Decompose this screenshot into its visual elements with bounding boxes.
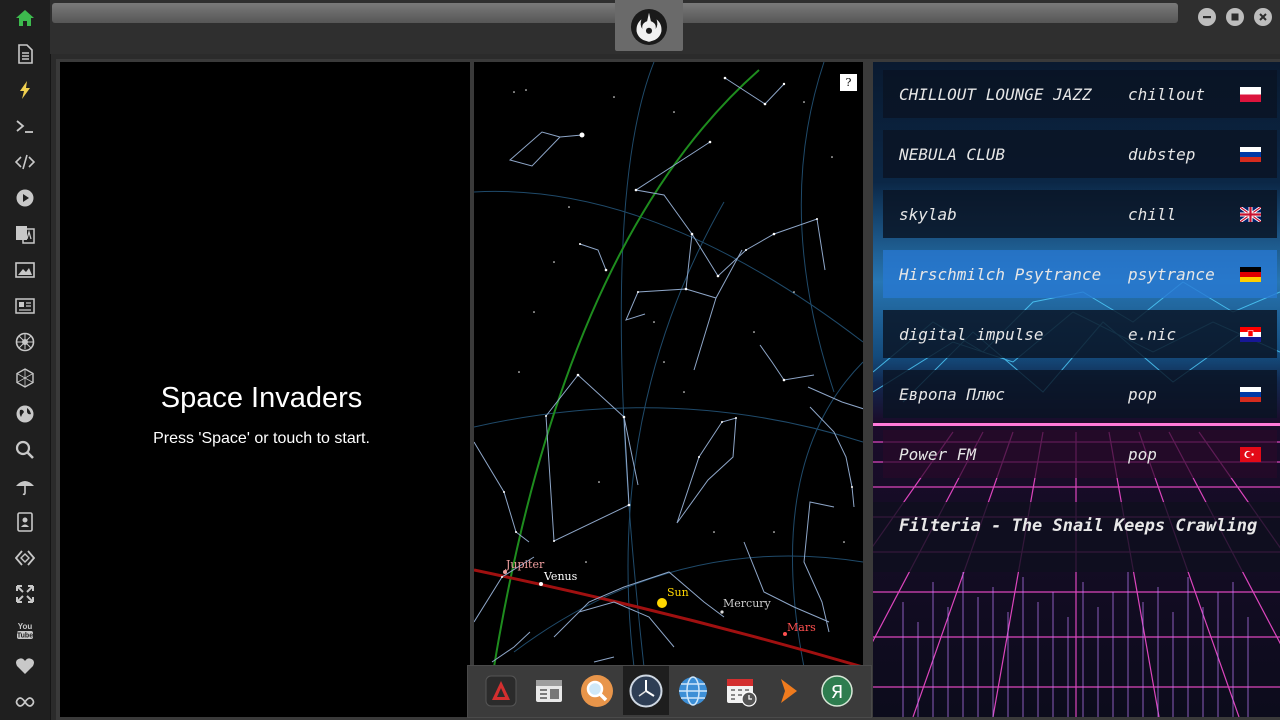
adobe-reader-icon[interactable] — [482, 672, 520, 710]
calendar-widget-icon[interactable] — [530, 672, 568, 710]
space-invaders-game[interactable]: Space Invaders Press 'Space' or touch to… — [60, 62, 470, 717]
station-name: NEBULA CLUB — [899, 144, 1005, 164]
radio-station-list: CHILLOUT LOUNGE JAZZ chillout NEBULA CLU… — [873, 62, 1280, 717]
station-name: CHILLOUT LOUNGE JAZZ — [899, 84, 1092, 104]
sky-map[interactable]: Jupiter Venus Sun Mercury Mars — [474, 62, 863, 667]
svg-text:You: You — [18, 622, 33, 631]
globe-icon[interactable] — [13, 402, 37, 426]
station-name: Европа Плюс — [899, 384, 1005, 404]
svg-text:Tube: Tube — [17, 633, 33, 640]
station-item[interactable]: CHILLOUT LOUNGE JAZZ chillout — [883, 70, 1277, 118]
sidebar: You Tube — [0, 0, 51, 720]
sun-label: Sun — [667, 586, 689, 599]
search-app-icon[interactable] — [578, 672, 616, 710]
now-playing-panel: Filteria - The Snail Keeps Crawling — [873, 502, 1280, 572]
station-genre: psytrance — [1128, 264, 1215, 284]
stars — [501, 76, 853, 578]
station-genre: dubstep — [1128, 144, 1196, 164]
station-item[interactable]: Power FM pop — [883, 430, 1277, 478]
sun-marker[interactable] — [657, 598, 667, 608]
search-icon[interactable] — [13, 438, 37, 462]
mercury-marker[interactable] — [720, 610, 724, 614]
station-genre: e.nic — [1128, 324, 1177, 344]
image-icon[interactable] — [13, 258, 37, 282]
expand-icon[interactable] — [13, 582, 37, 606]
newspaper-icon[interactable] — [13, 294, 37, 318]
station-item[interactable]: skylab chill — [883, 190, 1277, 238]
yandex-icon[interactable]: Я — [818, 672, 856, 710]
jupiter-label: Jupiter — [505, 558, 545, 571]
document-icon[interactable] — [13, 42, 37, 66]
celestial-equator-line — [493, 69, 760, 667]
station-item[interactable]: digital impulse e.nic — [883, 310, 1277, 358]
clock-icon[interactable] — [623, 666, 669, 715]
station-item[interactable]: NEBULA CLUB dubstep — [883, 130, 1277, 178]
hexagon-icon[interactable] — [13, 366, 37, 390]
flag-russia-icon — [1240, 387, 1261, 402]
home-icon[interactable] — [13, 6, 37, 30]
venus-marker[interactable] — [539, 582, 543, 586]
rebel-alliance-icon — [630, 8, 668, 46]
star-chart: Jupiter Venus Sun Mercury Mars — [474, 62, 863, 667]
flag-uk-icon — [1240, 207, 1261, 222]
svg-text:Я: Я — [831, 682, 844, 703]
maximize-button[interactable] — [1226, 8, 1244, 26]
flag-germany-icon — [1240, 267, 1261, 282]
heart-icon[interactable] — [13, 654, 37, 678]
station-name: Power FM — [899, 444, 977, 464]
play-icon[interactable] — [13, 186, 37, 210]
station-item-selected[interactable]: Hirschmilch Psytrance psytrance — [883, 250, 1277, 298]
terminal-icon[interactable] — [13, 114, 37, 138]
empire-icon[interactable] — [13, 330, 37, 354]
station-genre: pop — [1128, 384, 1157, 404]
station-genre: chillout — [1128, 84, 1206, 104]
mars-label: Mars — [787, 621, 816, 634]
terminal-arrow-icon[interactable] — [770, 672, 808, 710]
embed-icon[interactable] — [13, 546, 37, 570]
umbrella-icon[interactable] — [13, 474, 37, 498]
flag-poland-icon — [1240, 87, 1261, 102]
logo-tab[interactable] — [615, 0, 683, 51]
game-title: Space Invaders — [160, 382, 363, 414]
station-genre: chill — [1128, 204, 1177, 224]
minimize-button[interactable] — [1198, 8, 1216, 26]
globe-browser-icon[interactable] — [674, 672, 712, 710]
help-button[interactable]: ? — [840, 74, 857, 91]
station-genre: pop — [1128, 444, 1157, 464]
maximize-icon — [1231, 13, 1239, 21]
code-icon[interactable] — [13, 150, 37, 174]
mercury-label: Mercury — [723, 597, 772, 610]
flag-turkey-icon — [1240, 447, 1261, 462]
now-playing-track: Filteria - The Snail Keeps Crawling — [899, 516, 1258, 536]
top-bar — [50, 0, 1280, 54]
venus-label: Venus — [543, 570, 578, 583]
station-name: digital impulse — [899, 324, 1044, 344]
flag-russia-icon — [1240, 147, 1261, 162]
close-icon — [1259, 13, 1267, 21]
close-button[interactable] — [1254, 8, 1272, 26]
lightning-icon[interactable] — [13, 78, 37, 102]
translate-icon[interactable] — [13, 222, 37, 246]
station-name: skylab — [899, 204, 957, 224]
ecliptic-line — [474, 568, 863, 667]
game-start-hint: Press 'Space' or touch to start. — [153, 430, 370, 447]
contacts-icon[interactable] — [13, 510, 37, 534]
youtube-icon[interactable]: You Tube — [13, 618, 37, 642]
app-dock: Я — [467, 665, 872, 718]
celestial-grid — [474, 62, 863, 667]
minimize-icon — [1203, 16, 1211, 19]
infinity-icon[interactable] — [13, 690, 37, 714]
station-name: Hirschmilch Psytrance — [899, 264, 1102, 284]
flag-croatia-icon — [1240, 327, 1261, 342]
calendar-clock-icon[interactable] — [722, 672, 760, 710]
constellation-lines — [474, 77, 863, 663]
station-item[interactable]: Европа Плюс pop — [883, 370, 1277, 418]
